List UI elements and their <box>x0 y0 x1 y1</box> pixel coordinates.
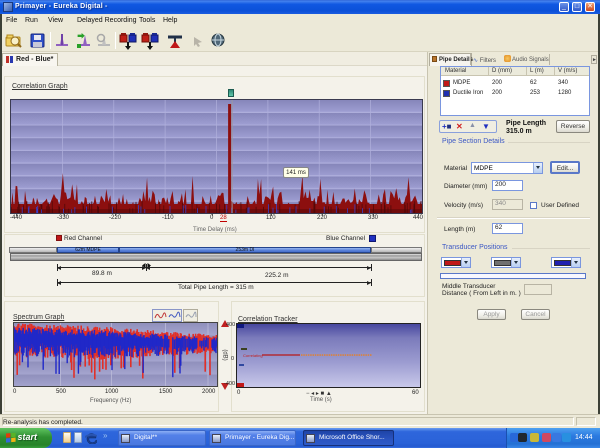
svg-text:Correlating: Correlating <box>243 353 263 358</box>
